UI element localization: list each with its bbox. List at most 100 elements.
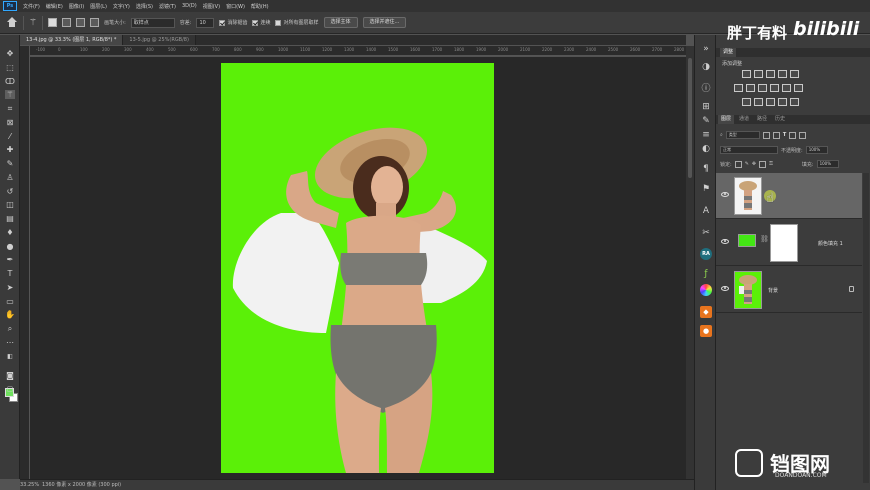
new-selection-button[interactable] bbox=[48, 18, 58, 27]
info-icon[interactable]: ⓘ bbox=[700, 83, 712, 95]
contiguous-checkbox[interactable]: 连续 bbox=[252, 19, 270, 26]
hand-tool-icon[interactable]: ✋ bbox=[5, 310, 15, 319]
layer-row[interactable]: 背景 bbox=[716, 267, 862, 313]
quick-mask-icon[interactable]: ◙ bbox=[5, 371, 15, 380]
orange-plugin-icon[interactable]: ● bbox=[700, 325, 712, 337]
tab-channels[interactable]: 通道 bbox=[736, 115, 752, 124]
character-icon[interactable]: A bbox=[700, 205, 712, 217]
invert-adj-icon[interactable] bbox=[742, 98, 751, 106]
posterize-adj-icon[interactable] bbox=[754, 98, 763, 106]
vibrance-adj-icon[interactable] bbox=[790, 70, 799, 78]
channel-mixer-adj-icon[interactable] bbox=[782, 84, 791, 92]
color-balance-adj-icon[interactable] bbox=[746, 84, 755, 92]
intersect-selection-button[interactable] bbox=[90, 18, 100, 27]
tab-history[interactable]: 历史 bbox=[772, 115, 788, 124]
document-tab[interactable]: 13-5.jpg @ 25%(RGB/8) bbox=[123, 35, 196, 45]
home-icon[interactable] bbox=[6, 16, 18, 29]
filter-adjust-icon[interactable] bbox=[772, 131, 780, 139]
more-tools-icon[interactable]: ⋯ bbox=[5, 338, 15, 347]
exposure-adj-icon[interactable] bbox=[778, 70, 787, 78]
brush-tool-icon[interactable]: ✎ bbox=[5, 159, 15, 168]
ra-plugin-icon[interactable]: RA bbox=[700, 248, 712, 260]
layer-row[interactable]: ⛓ 颜色填充 1 bbox=[716, 220, 862, 266]
threshold-adj-icon[interactable] bbox=[766, 98, 775, 106]
marquee-tool-icon[interactable]: ⬚ bbox=[5, 63, 15, 72]
menu-select[interactable]: 选择(S) bbox=[133, 3, 156, 10]
gradient-tool-icon[interactable]: ▤ bbox=[5, 214, 15, 223]
tab-layers[interactable]: 图层 bbox=[718, 115, 735, 124]
lasso-tool-icon[interactable]: ↀ bbox=[5, 77, 15, 86]
visibility-eye-icon[interactable] bbox=[721, 286, 729, 291]
menu-filter[interactable]: 滤镜(T) bbox=[156, 3, 179, 10]
menu-file[interactable]: 文件(F) bbox=[20, 3, 43, 10]
blur-tool-icon[interactable]: ♦ bbox=[5, 228, 15, 237]
lock-artboard-icon[interactable] bbox=[759, 160, 767, 168]
magic-wand-icon[interactable]: ⚚ bbox=[29, 18, 37, 28]
crop-tool-icon[interactable]: ⌗ bbox=[5, 104, 15, 113]
vertical-scrollbar[interactable] bbox=[686, 46, 694, 479]
stamp-tool-icon[interactable]: ♙ bbox=[5, 173, 15, 182]
properties-icon[interactable]: ⚑ bbox=[700, 183, 712, 195]
shape-tool-icon[interactable]: ▭ bbox=[5, 297, 15, 306]
history-brush-icon[interactable]: ↺ bbox=[5, 187, 15, 196]
path-selection-icon[interactable]: ➤ bbox=[5, 283, 15, 292]
menu-3d[interactable]: 3D(D) bbox=[179, 3, 200, 9]
screen-mode-icon[interactable]: ▢ bbox=[5, 385, 15, 394]
zoom-tool-icon[interactable]: ⌕ bbox=[5, 324, 15, 333]
curves-adj-icon[interactable] bbox=[766, 70, 775, 78]
healing-brush-icon[interactable]: ✚ bbox=[5, 145, 15, 154]
sample-all-layers-checkbox[interactable]: 对所有图层取样 bbox=[275, 19, 319, 26]
canvas-area[interactable] bbox=[30, 57, 686, 479]
gradient-map-adj-icon[interactable] bbox=[778, 98, 787, 106]
menu-layer[interactable]: 图层(L) bbox=[87, 3, 110, 10]
filter-pixel-icon[interactable] bbox=[762, 131, 770, 139]
pen-tool-icon[interactable]: ✒ bbox=[5, 255, 15, 264]
filter-shape-icon[interactable] bbox=[789, 131, 797, 139]
select-and-mask-button[interactable]: 选择并遮住... bbox=[362, 17, 407, 28]
visibility-eye-icon[interactable] bbox=[721, 239, 729, 244]
lock-paint-icon[interactable]: ✎ bbox=[745, 161, 749, 167]
select-subject-button[interactable]: 选择主体 bbox=[323, 17, 358, 28]
layer-row[interactable]: ☝ bbox=[716, 173, 862, 219]
subtract-selection-button[interactable] bbox=[76, 18, 86, 27]
cube-plugin-icon[interactable]: ◆ bbox=[700, 306, 712, 318]
collapse-icon[interactable]: » bbox=[700, 43, 712, 55]
blend-mode-select[interactable]: 正常 bbox=[720, 146, 778, 154]
filter-smart-icon[interactable] bbox=[799, 131, 807, 139]
layers-scrollbar[interactable] bbox=[863, 173, 869, 483]
tolerance-input[interactable]: 10 bbox=[196, 17, 215, 28]
color-panel-icon[interactable]: ◑ bbox=[700, 61, 712, 73]
sample-size-select[interactable]: 取样点 bbox=[130, 17, 175, 28]
menu-window[interactable]: 窗口(W) bbox=[223, 3, 248, 10]
brightness-adj-icon[interactable] bbox=[742, 70, 751, 78]
swatches-icon[interactable]: ⊞ bbox=[700, 101, 712, 113]
bw-adj-icon[interactable] bbox=[758, 84, 767, 92]
move-tool-icon[interactable]: ✥ bbox=[5, 49, 15, 58]
fill-input[interactable]: 100% bbox=[816, 160, 839, 168]
layer-name[interactable]: 颜色填充 1 bbox=[818, 240, 843, 247]
photo-filter-adj-icon[interactable] bbox=[770, 84, 779, 92]
lock-icon[interactable] bbox=[849, 286, 854, 292]
menu-edit[interactable]: 编辑(E) bbox=[43, 3, 66, 10]
menu-type[interactable]: 文字(Y) bbox=[110, 3, 133, 10]
document-info[interactable]: 1360 像素 x 2000 像素 (300 ppi) bbox=[42, 480, 121, 490]
levels-adj-icon[interactable] bbox=[754, 70, 763, 78]
zoom-level[interactable]: 33.25% bbox=[20, 480, 40, 490]
document-tab-active[interactable]: 13-4.jpg @ 33.3% (图层 1, RGB/8*) * bbox=[20, 35, 124, 45]
filter-type-icon[interactable]: T bbox=[783, 132, 786, 138]
lock-move-icon[interactable]: ✥ bbox=[752, 161, 756, 167]
tools-plugin-icon[interactable]: ✂ bbox=[700, 227, 712, 239]
brush-settings-icon[interactable]: ✎ bbox=[700, 115, 712, 127]
libraries-icon[interactable]: ◐ bbox=[700, 143, 712, 155]
magic-wand-tool-icon[interactable]: ⚚ bbox=[5, 90, 15, 99]
antialias-checkbox[interactable]: 消除锯齿 bbox=[219, 19, 247, 26]
frame-tool-icon[interactable]: ⊠ bbox=[5, 118, 15, 127]
hue-adj-icon[interactable] bbox=[734, 84, 743, 92]
eraser-tool-icon[interactable]: ◫ bbox=[5, 200, 15, 209]
adjustments-icon[interactable]: ≡ bbox=[700, 129, 712, 141]
color-wheel-icon[interactable] bbox=[700, 284, 712, 296]
dodge-tool-icon[interactable]: ● bbox=[5, 242, 15, 251]
tab-adjustments[interactable]: 调整 bbox=[720, 48, 737, 57]
script-plugin-icon[interactable]: ƒ bbox=[700, 268, 712, 280]
menu-image[interactable]: 图像(I) bbox=[66, 3, 87, 10]
